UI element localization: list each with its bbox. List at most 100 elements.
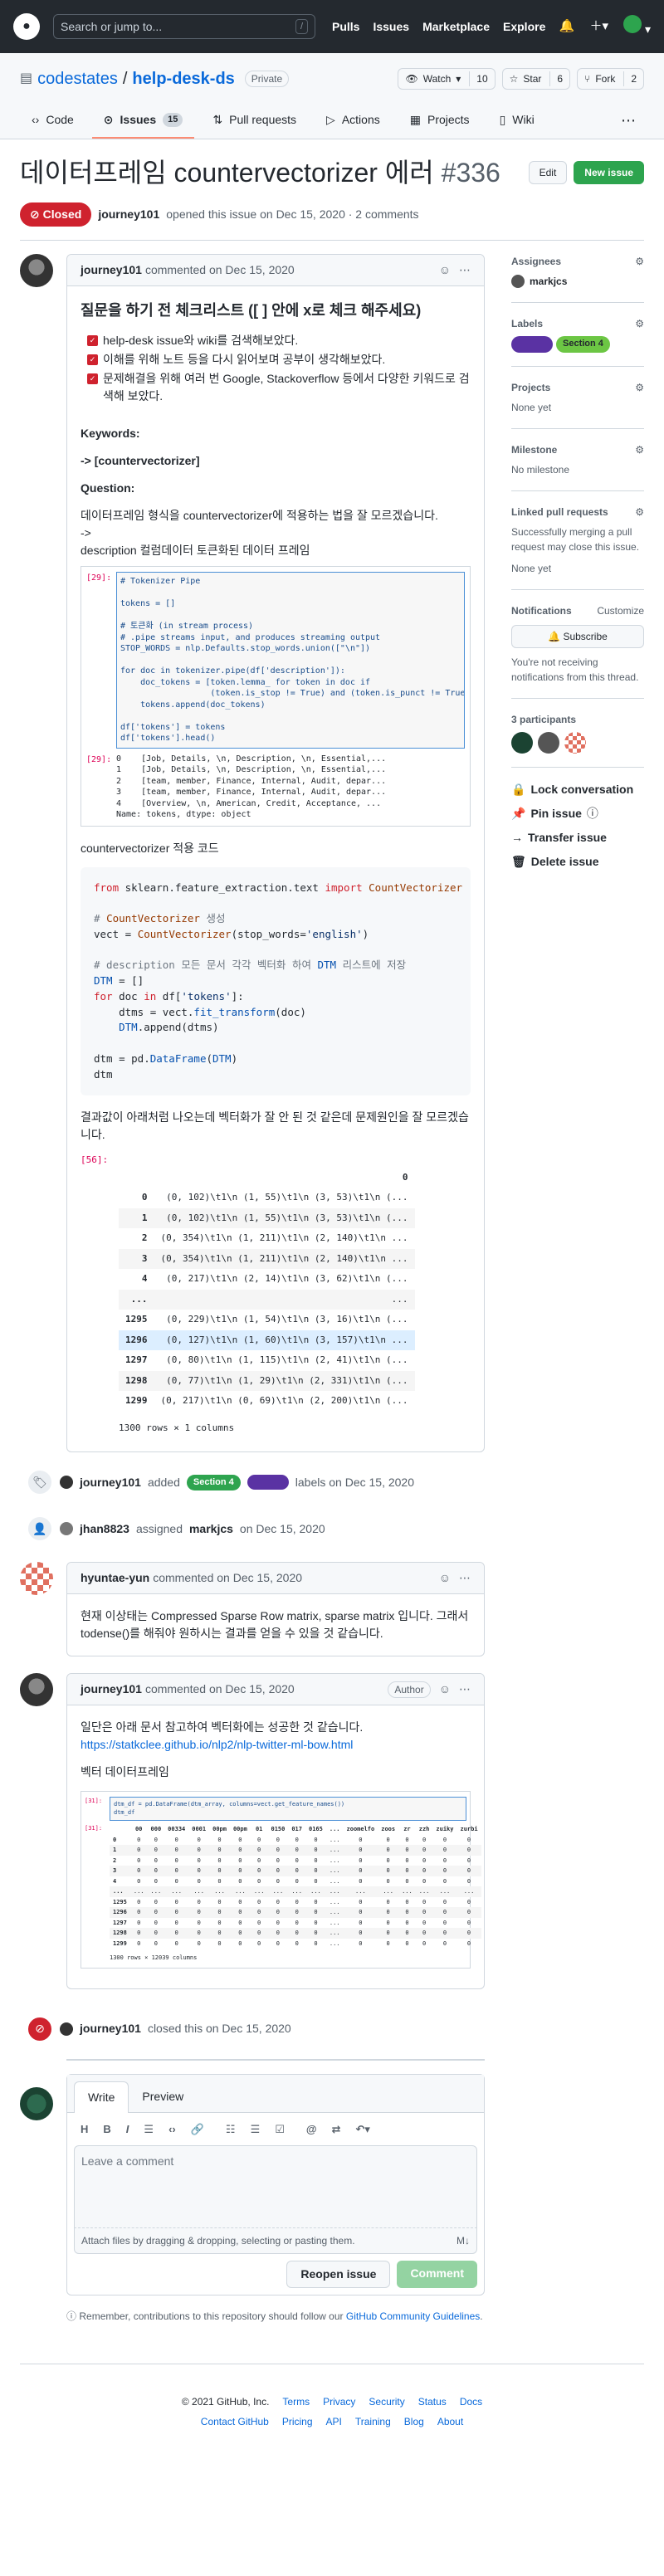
footer-link[interactable]: Contact GitHub — [201, 2414, 269, 2429]
comment-author[interactable]: journey101 — [81, 1681, 142, 1698]
footer-link[interactable]: Pricing — [282, 2414, 313, 2429]
kebab-icon[interactable]: ⋯ — [459, 1569, 471, 1587]
footer-link[interactable]: Terms — [282, 2394, 310, 2409]
assignee-name[interactable]: markjcs — [530, 274, 567, 289]
repo-name-link[interactable]: help-desk-ds — [132, 66, 234, 91]
transfer-issue[interactable]: → Transfer issue — [511, 829, 644, 846]
italic-icon[interactable]: I — [126, 2121, 129, 2138]
reply-icon[interactable]: ↶▾ — [355, 2121, 369, 2138]
avatar[interactable] — [20, 1562, 53, 1596]
footer-link[interactable]: API — [326, 2414, 342, 2429]
mention-icon[interactable]: @ — [306, 2121, 317, 2138]
nav-marketplace[interactable]: Marketplace — [422, 18, 490, 36]
footer-link[interactable]: About — [437, 2414, 463, 2429]
tab-projects[interactable]: ▦ Projects — [398, 105, 481, 139]
gear-icon[interactable]: ⚙ — [635, 316, 644, 331]
gear-icon[interactable]: ⚙ — [635, 442, 644, 457]
event-actor[interactable]: journey101 — [80, 1474, 141, 1491]
dtm-cell: ... — [329, 1888, 340, 1895]
tab-pull-requests[interactable]: ⇅ Pull requests — [201, 105, 308, 139]
avatar[interactable] — [60, 2022, 73, 2036]
fork-button[interactable]: ⑂ Fork 2 — [577, 68, 644, 90]
event-actor[interactable]: journey101 — [80, 2020, 141, 2037]
customize-link[interactable]: Customize — [597, 603, 644, 618]
gear-icon[interactable]: ⚙ — [635, 254, 644, 269]
kebab-icon[interactable]: ⋯ — [459, 261, 471, 279]
reference-link[interactable]: https://statkclee.github.io/nlp2/nlp-twi… — [81, 1736, 471, 1754]
avatar[interactable] — [60, 1522, 73, 1536]
code-icon[interactable]: ‹› — [168, 2121, 176, 2138]
tab-actions[interactable]: ▷ Actions — [315, 105, 392, 139]
avatar[interactable] — [20, 254, 53, 287]
smiley-icon[interactable]: ☺ — [439, 261, 451, 279]
nav-pulls[interactable]: Pulls — [332, 18, 359, 36]
search-input[interactable]: Search or jump to... / — [53, 14, 315, 39]
footer-link[interactable]: Security — [369, 2394, 404, 2409]
label-section4[interactable]: Section 4 — [556, 336, 610, 353]
label-section4[interactable]: Section 4 — [186, 1475, 241, 1490]
event-actor[interactable]: jhan8823 — [80, 1520, 129, 1538]
subscribe-button[interactable]: 🔔 Subscribe — [511, 625, 644, 648]
dataframe-table: 0 0 (0, 102)\t1\n (1, 55)\t1\n (3, 53)\t1… — [119, 1168, 415, 1412]
avatar[interactable] — [60, 1476, 73, 1490]
guidelines-link[interactable]: GitHub Community Guidelines — [346, 2310, 480, 2322]
heading-icon[interactable]: H — [81, 2121, 88, 2138]
participant-avatar[interactable] — [538, 732, 559, 754]
avatar[interactable] — [20, 1673, 53, 1707]
dtm-cell: 0 — [442, 1877, 447, 1885]
footer-link[interactable]: Blog — [404, 2414, 424, 2429]
comment-textarea[interactable]: Leave a comment — [74, 2145, 477, 2229]
tab-preview[interactable]: Preview — [129, 2081, 197, 2112]
tab-code[interactable]: ‹› Code — [20, 105, 85, 139]
footer-link[interactable]: Privacy — [323, 2394, 355, 2409]
cross-reference-icon[interactable]: ⇄ — [332, 2121, 341, 2138]
new-issue-button[interactable]: New issue — [574, 161, 644, 184]
issue-author[interactable]: journey101 — [98, 206, 159, 223]
user-avatar[interactable]: ▾ — [623, 15, 651, 38]
attach-files[interactable]: Attach files by dragging & dropping, sel… — [74, 2228, 477, 2255]
avatar[interactable] — [20, 2086, 53, 2120]
footer-link[interactable]: Training — [355, 2414, 391, 2429]
comment-button[interactable]: Comment — [397, 2261, 477, 2289]
comment-author[interactable]: hyuntae-yun — [81, 1569, 149, 1587]
more-icon[interactable]: ⋯ — [613, 103, 644, 139]
link-icon[interactable]: 🔗 — [191, 2121, 204, 2138]
bold-icon[interactable]: B — [103, 2121, 110, 2138]
repo-owner-link[interactable]: codestates — [37, 66, 118, 91]
avatar[interactable] — [511, 275, 525, 288]
event-assignee[interactable]: markjcs — [189, 1520, 233, 1538]
tab-write[interactable]: Write — [74, 2081, 129, 2113]
tasklist-icon[interactable]: ☑ — [275, 2121, 285, 2138]
markdown-icon[interactable]: M↓ — [456, 2233, 470, 2248]
label-purple[interactable] — [247, 1475, 289, 1490]
watch-button[interactable]: 👁 Watch ▾ 10 — [398, 68, 496, 90]
kebab-icon[interactable]: ⋯ — [459, 1681, 471, 1698]
github-logo-icon[interactable]: ● — [13, 13, 40, 40]
reopen-issue-button[interactable]: Reopen issue — [286, 2261, 391, 2289]
footer-link[interactable]: Status — [418, 2394, 447, 2409]
pin-issue[interactable]: 📌 Pin issue ⓘ — [511, 805, 644, 822]
gear-icon[interactable]: ⚙ — [635, 505, 644, 520]
participant-avatar[interactable] — [511, 732, 533, 754]
tab-issues[interactable]: ⊙ Issues 15 — [91, 105, 195, 139]
plus-icon[interactable]: ＋▾ — [590, 17, 609, 37]
edit-button[interactable]: Edit — [528, 161, 568, 184]
smiley-icon[interactable]: ☺ — [439, 1569, 451, 1587]
bell-icon[interactable]: 🔔 — [559, 17, 575, 37]
nav-explore[interactable]: Explore — [503, 18, 545, 36]
star-button[interactable]: ☆ Star 6 — [501, 68, 571, 90]
comment-author[interactable]: journey101 — [81, 261, 142, 279]
tab-wiki[interactable]: ▯ Wiki — [488, 105, 546, 139]
delete-issue[interactable]: 🗑 Delete issue — [511, 853, 644, 871]
participant-avatar[interactable] — [564, 732, 586, 754]
quote-icon[interactable]: ☰ — [144, 2121, 154, 2138]
lock-conversation[interactable]: 🔒 Lock conversation — [511, 781, 644, 798]
smiley-icon[interactable]: ☺ — [439, 1681, 451, 1698]
list-ordered-icon[interactable]: ☰ — [251, 2121, 261, 2138]
nav-issues[interactable]: Issues — [373, 18, 409, 36]
label-purple[interactable] — [511, 336, 553, 353]
list-unordered-icon[interactable]: ☷ — [226, 2121, 236, 2138]
dtm-cell: 0 — [466, 1939, 471, 1947]
gear-icon[interactable]: ⚙ — [635, 380, 644, 395]
footer-link[interactable]: Docs — [460, 2394, 482, 2409]
